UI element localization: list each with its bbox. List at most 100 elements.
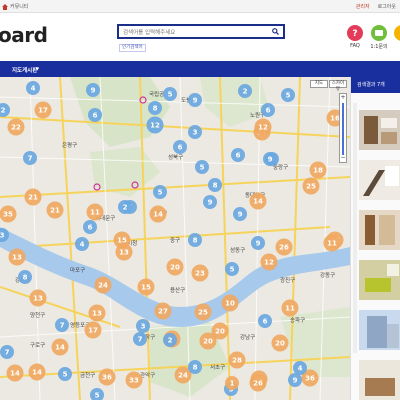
cluster-marker[interactable]: 3	[136, 319, 150, 333]
listing-thumbnail[interactable]	[359, 160, 400, 200]
cluster-marker[interactable]: 1	[225, 376, 239, 390]
cluster-marker[interactable]: 8	[208, 178, 222, 192]
search-icon[interactable]	[272, 28, 279, 35]
cluster-marker[interactable]: 9	[203, 195, 217, 209]
home-link[interactable]: 커뮤니티	[2, 3, 28, 10]
cluster-marker[interactable]: 5	[225, 262, 239, 276]
cluster-marker[interactable]: 10	[221, 294, 239, 312]
cluster-marker[interactable]: 4	[26, 81, 40, 95]
cluster-marker[interactable]: 11	[86, 203, 104, 221]
cluster-marker[interactable]: 5	[58, 367, 72, 381]
search-input[interactable]	[123, 28, 263, 37]
cluster-marker[interactable]: 14	[149, 205, 167, 223]
cluster-marker[interactable]: 20	[166, 258, 184, 276]
logout-link[interactable]: 로그아웃	[378, 3, 396, 10]
cluster-marker[interactable]: 33	[125, 371, 143, 389]
zoom-in-icon[interactable]: +	[340, 94, 346, 101]
cluster-marker[interactable]: 5	[281, 88, 295, 102]
cluster-marker[interactable]: 5	[163, 87, 177, 101]
cluster-marker[interactable]: 14	[51, 338, 69, 356]
zoom-out-icon[interactable]: −	[340, 155, 346, 162]
cluster-marker[interactable]: 36	[98, 368, 116, 386]
cluster-marker[interactable]: 8	[188, 233, 202, 247]
cluster-marker[interactable]: 9	[86, 83, 100, 97]
site-logo[interactable]: oard	[0, 23, 48, 47]
cluster-marker[interactable]: 5	[195, 160, 209, 174]
cluster-marker[interactable]: 6	[83, 220, 97, 234]
cluster-marker[interactable]: 21	[46, 201, 64, 219]
cluster-marker[interactable]: 8	[148, 101, 162, 115]
cluster-marker[interactable]: 15	[137, 278, 155, 296]
map-type-map-button[interactable]: 지도	[310, 80, 328, 88]
cluster-marker[interactable]: 28	[228, 351, 246, 369]
results-scrollbar[interactable]	[353, 103, 357, 353]
cluster-marker[interactable]: 12	[146, 116, 164, 134]
cluster-marker[interactable]: 4	[75, 237, 89, 251]
chevron-down-icon[interactable]: ▼	[36, 66, 39, 71]
map-view[interactable]: 국립공도봉구노원구성북구중랑구은평구동대문구종로구서대문구광진구마포구중구용산구…	[0, 77, 350, 400]
listing-thumbnail[interactable]	[359, 260, 400, 300]
board-title[interactable]: 지도게시판	[12, 66, 37, 74]
inquiry-label[interactable]: 1:1문의	[367, 43, 391, 50]
cluster-marker[interactable]: 9	[263, 152, 277, 166]
cluster-marker[interactable]: 7	[55, 318, 69, 332]
cluster-marker[interactable]: 2	[163, 333, 177, 347]
cluster-marker[interactable]: 13	[88, 304, 106, 322]
cluster-marker[interactable]: 13	[29, 289, 47, 307]
listing-thumbnail[interactable]	[359, 310, 400, 350]
notice-label[interactable]: 알	[390, 43, 400, 50]
listing-thumbnail[interactable]	[359, 110, 400, 150]
cluster-marker[interactable]: 27	[154, 302, 172, 320]
cluster-marker[interactable]: 35	[0, 205, 17, 223]
listing-thumbnail[interactable]	[359, 360, 400, 400]
inquiry-icon[interactable]	[371, 25, 387, 41]
cluster-marker[interactable]: 9	[288, 373, 302, 387]
cluster-marker[interactable]: 14	[249, 192, 267, 210]
cluster-marker[interactable]: 7	[133, 332, 147, 346]
listing-thumbnail[interactable]	[359, 210, 400, 250]
cluster-marker[interactable]: 9	[188, 93, 202, 107]
notice-icon[interactable]	[394, 25, 400, 41]
cluster-marker[interactable]: 5	[153, 185, 167, 199]
cluster-marker[interactable]: 23	[191, 264, 209, 282]
faq-label[interactable]: FAQ	[343, 43, 367, 49]
cluster-marker[interactable]: 24	[94, 276, 112, 294]
cluster-marker[interactable]: 18	[309, 161, 327, 179]
cluster-marker[interactable]: 3	[188, 125, 202, 139]
map-canvas[interactable]: 국립공도봉구노원구성북구중랑구은평구동대문구종로구서대문구광진구마포구중구용산구…	[0, 77, 350, 400]
cluster-marker[interactable]: 13	[115, 243, 133, 261]
cluster-marker[interactable]: 9	[251, 236, 265, 250]
faq-icon[interactable]: ?	[347, 25, 363, 41]
cluster-marker[interactable]: 20	[211, 322, 229, 340]
zoom-slider[interactable]	[342, 103, 344, 155]
cluster-marker[interactable]: 26	[249, 374, 267, 392]
cluster-marker[interactable]: 26	[275, 238, 293, 256]
cluster-marker[interactable]: 14	[6, 364, 24, 382]
cluster-marker[interactable]: 25	[194, 303, 212, 321]
cluster-marker[interactable]: 13	[8, 248, 26, 266]
cluster-marker[interactable]: 11	[281, 299, 299, 317]
cluster-marker[interactable]: 8	[188, 360, 202, 374]
cluster-marker[interactable]: 12	[260, 253, 278, 271]
cluster-marker[interactable]: 4	[293, 361, 307, 375]
cluster-marker[interactable]: 14	[28, 363, 46, 381]
cluster-marker[interactable]: 2	[238, 84, 252, 98]
cluster-marker[interactable]: 6	[258, 314, 272, 328]
cluster-marker[interactable]: 8	[18, 270, 32, 284]
cluster-marker[interactable]: 12	[254, 118, 272, 136]
cluster-marker[interactable]: 2	[118, 200, 132, 214]
cluster-marker[interactable]: 20	[271, 334, 289, 352]
map-type-skyview-button[interactable]: 스카이뷰	[329, 80, 347, 92]
popular-keyword-tag[interactable]: 인기검색어	[119, 44, 146, 52]
cluster-marker[interactable]: 6	[173, 140, 187, 154]
cluster-marker[interactable]: 17	[34, 101, 52, 119]
cluster-marker[interactable]: 21	[24, 188, 42, 206]
cluster-marker[interactable]: 7	[0, 345, 14, 359]
cluster-marker[interactable]: 17	[84, 321, 102, 339]
cluster-marker[interactable]: 7	[23, 151, 37, 165]
cluster-marker[interactable]: 11	[323, 234, 341, 252]
cluster-marker[interactable]: 6	[231, 148, 245, 162]
cluster-marker[interactable]: 6	[88, 108, 102, 122]
cluster-marker[interactable]: 25	[302, 177, 320, 195]
admin-link[interactable]: 관리자	[356, 3, 370, 10]
